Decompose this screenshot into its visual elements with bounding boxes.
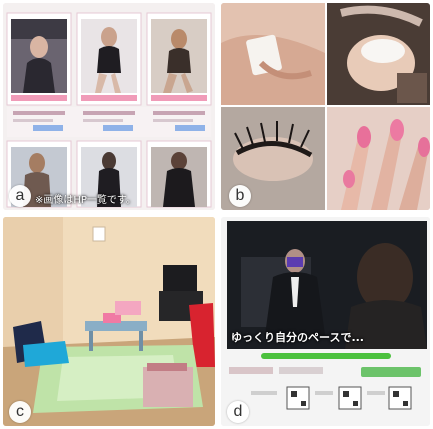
panel-c-waiting-room: c — [3, 217, 215, 426]
beauty-collage-photo — [221, 3, 430, 210]
panel-a-caption: ※画像はHP一覧です。 — [35, 195, 136, 206]
panel-label-a: a — [9, 185, 31, 207]
panel-a-profile-grid: a ※画像はHP一覧です。 — [3, 3, 215, 210]
panel-label-b: b — [229, 185, 251, 207]
waiting-room-photo — [3, 217, 215, 426]
panel-b-beauty-collage: b — [221, 3, 430, 210]
panel-d-interview-page: ゆっくり自分のペースで... d — [221, 217, 430, 426]
panel-label-d: d — [227, 401, 249, 423]
panel-label-c: c — [9, 401, 31, 423]
profile-grid-photo — [3, 3, 215, 210]
video-caption: ゆっくり自分のペースで... — [231, 331, 364, 344]
interview-video-photo — [221, 217, 430, 426]
